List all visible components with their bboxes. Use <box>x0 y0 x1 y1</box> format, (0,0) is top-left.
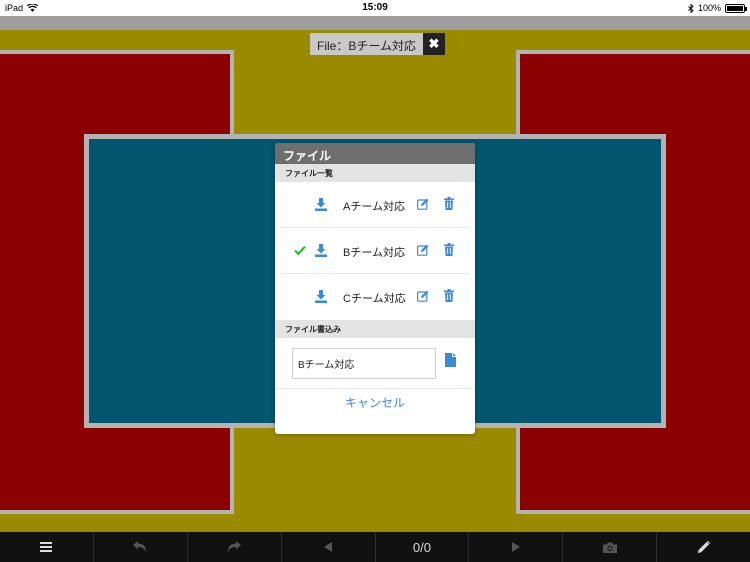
close-icon[interactable]: ✖ <box>422 33 445 55</box>
file-label-text: File：Bチーム対応 <box>310 33 423 55</box>
edit-icon[interactable] <box>417 244 429 256</box>
status-right: 100% <box>688 3 747 13</box>
file-dialog: ファイル ファイル一覧 Aチーム対応 Bチーム対応 Cチーム対応 ファイル書込み… <box>275 143 475 434</box>
redo-icon <box>228 541 242 552</box>
battery-icon <box>725 3 747 13</box>
trash-icon[interactable] <box>444 243 454 256</box>
battery-percent: 100% <box>697 3 721 13</box>
download-icon[interactable] <box>314 197 328 211</box>
cancel-button[interactable]: キャンセル <box>275 388 475 416</box>
file-list: Aチーム対応 Bチーム対応 Cチーム対応 <box>275 182 475 320</box>
next-button[interactable] <box>469 532 564 562</box>
camera-icon <box>602 542 617 553</box>
file-row[interactable]: Cチーム対応 <box>280 274 470 320</box>
file-row[interactable]: Aチーム対応 <box>280 182 470 228</box>
file-write-area <box>275 338 475 388</box>
undo-button[interactable] <box>94 532 188 562</box>
camera-button[interactable] <box>563 532 658 562</box>
download-icon[interactable] <box>314 289 328 303</box>
file-list-section-title: ファイル一覧 <box>275 164 475 182</box>
bluetooth-icon <box>688 3 694 13</box>
status-time: 15:09 <box>362 2 388 13</box>
dialog-title: ファイル <box>275 143 475 164</box>
trash-icon[interactable] <box>444 197 454 210</box>
next-icon <box>511 542 520 552</box>
bottom-toolbar: 0/0 <box>0 532 750 562</box>
file-row-selected[interactable]: Bチーム対応 <box>280 228 470 274</box>
title-band <box>0 16 750 30</box>
undo-icon <box>133 541 147 552</box>
file-name[interactable]: Aチーム対応 <box>343 198 405 214</box>
pencil-button[interactable] <box>657 532 750 562</box>
edit-icon[interactable] <box>417 290 429 302</box>
file-name[interactable]: Bチーム対応 <box>343 244 405 260</box>
menu-button[interactable] <box>0 532 94 562</box>
trash-icon[interactable] <box>444 289 454 302</box>
menu-icon <box>40 542 53 552</box>
page-counter: 0/0 <box>376 532 470 562</box>
redo-button[interactable] <box>188 532 282 562</box>
prev-button[interactable] <box>282 532 376 562</box>
status-bar: iPad 15:09 100% <box>0 0 750 16</box>
save-file-icon[interactable] <box>445 353 456 367</box>
file-name[interactable]: Cチーム対応 <box>343 290 406 306</box>
edit-icon[interactable] <box>417 198 429 210</box>
check-icon <box>294 245 306 256</box>
file-name-input[interactable] <box>292 348 436 379</box>
download-icon[interactable] <box>314 243 328 257</box>
pencil-icon <box>697 541 710 553</box>
file-label: File：Bチーム対応 ✖ <box>310 33 445 55</box>
prev-icon <box>324 542 333 552</box>
file-write-section-title: ファイル書込み <box>275 320 475 338</box>
